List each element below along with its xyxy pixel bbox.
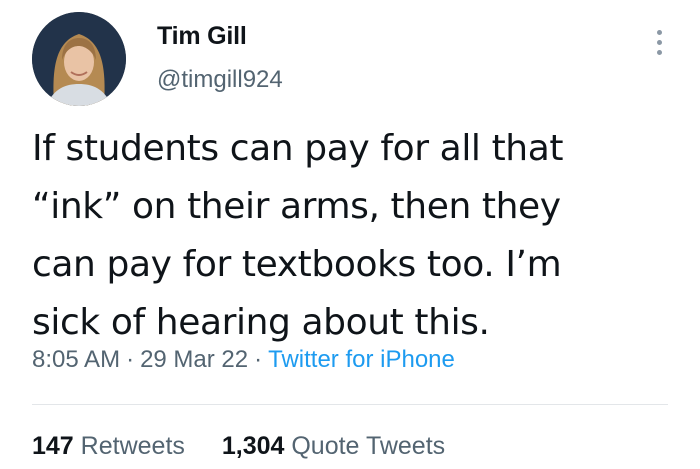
display-name[interactable]: Tim Gill [157,22,247,51]
divider [32,404,668,405]
tweet-text: If students can pay for all that “ink” o… [32,120,672,352]
tweet-time[interactable]: 8:05 AM [32,346,120,373]
retweets-label: Retweets [80,432,185,460]
separator-dot: · [254,346,263,373]
tweet-text-line: can pay for textbooks too. I’m [32,244,562,285]
tweet-metadata: 8:05 AM · 29 Mar 22 · Twitter for iPhone [32,346,455,374]
avatar[interactable] [32,12,126,106]
quote-tweets-stat[interactable]: 1,304 Quote Tweets [222,432,445,461]
retweets-count: 147 [32,432,74,460]
profile-photo [32,12,126,106]
quote-tweets-label: Quote Tweets [291,432,446,460]
tweet-date[interactable]: 29 Mar 22 [140,346,248,373]
separator-dot: · [126,346,135,373]
tweet-source-link[interactable]: Twitter for iPhone [268,346,455,373]
tweet-card: Tim Gill @timgill924 If students can pay… [0,0,700,469]
quote-tweets-count: 1,304 [221,432,285,460]
retweets-stat[interactable]: 147 Retweets [32,432,185,461]
engagement-stats: 147 Retweets 1,304 Quote Tweets [32,432,445,461]
tweet-text-line: If students can pay for all that [32,128,564,169]
tweet-text-line: “ink” on their arms, then they [32,186,561,227]
tweet-text-line: sick of hearing about this. [32,302,490,343]
more-options-button[interactable] [650,28,670,58]
user-handle[interactable]: @timgill924 [157,66,283,94]
